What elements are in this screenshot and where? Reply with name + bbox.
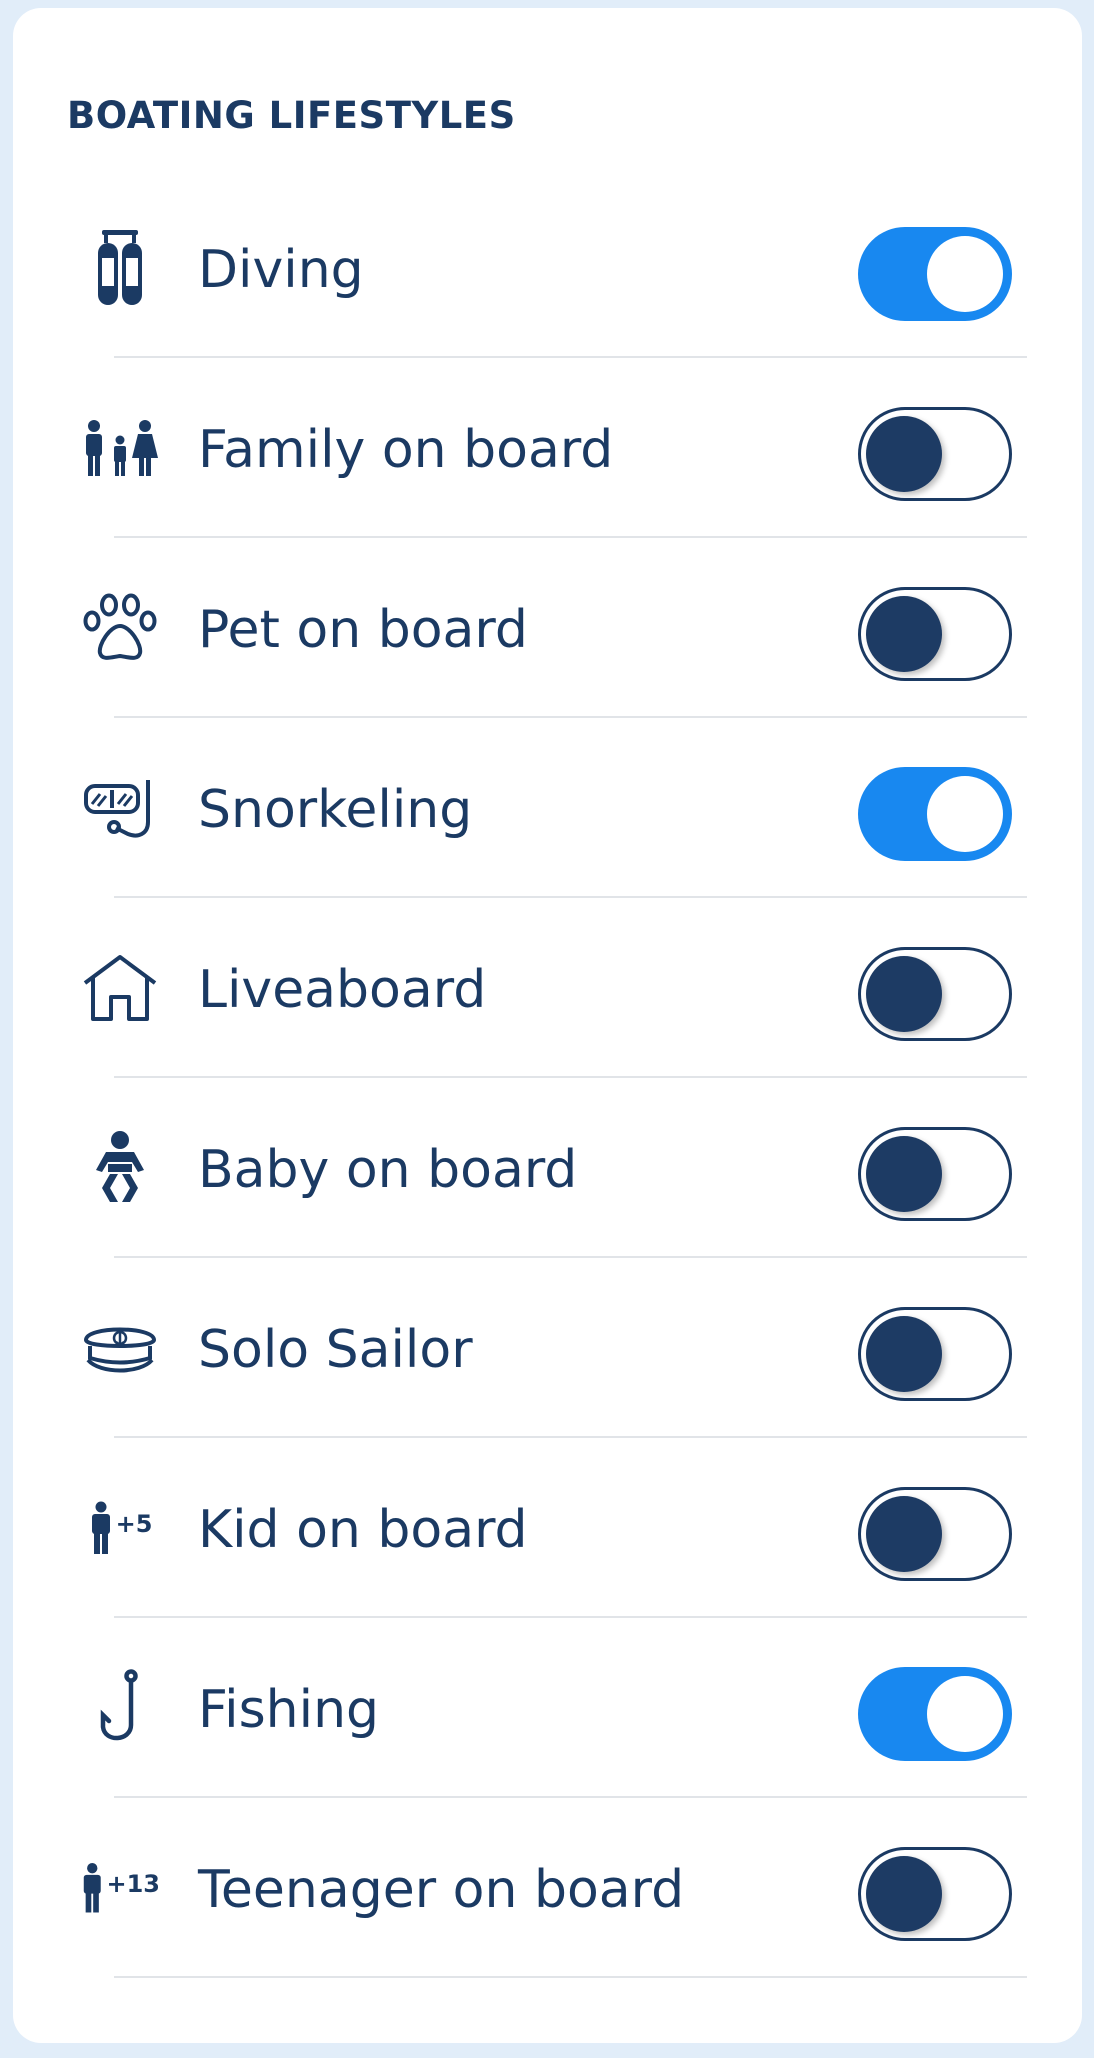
list-item-solo-sailor: Solo Sailor: [13, 1258, 1082, 1438]
toggle-knob: [866, 596, 942, 672]
toggle-knob: [866, 1496, 942, 1572]
toggle-liveaboard[interactable]: [858, 947, 1012, 1041]
baby-icon: [80, 1128, 160, 1208]
fishing-hook-icon: [80, 1668, 160, 1748]
family-icon: [80, 408, 160, 488]
item-label: Snorkeling: [198, 780, 473, 840]
scuba-tanks-icon: [80, 228, 160, 308]
item-label: Liveaboard: [198, 960, 487, 1020]
item-label: Diving: [198, 240, 364, 300]
divider: [114, 1976, 1027, 1978]
item-label: Family on board: [198, 420, 614, 480]
item-label: Solo Sailor: [198, 1320, 473, 1380]
item-label: Teenager on board: [198, 1860, 685, 1920]
toggle-teenager-on-board[interactable]: [858, 1847, 1012, 1941]
toggle-pet-on-board[interactable]: [858, 587, 1012, 681]
toggle-snorkeling[interactable]: [858, 767, 1012, 861]
list-item-family: Family on board: [13, 358, 1082, 538]
toggle-knob: [866, 416, 942, 492]
item-label: Fishing: [198, 1680, 380, 1740]
toggle-solo-sailor[interactable]: [858, 1307, 1012, 1401]
toggle-knob: [866, 1856, 942, 1932]
paw-icon: [80, 588, 160, 668]
list-item-snorkeling: Snorkeling: [13, 718, 1082, 898]
list-item-fishing: Fishing: [13, 1618, 1082, 1798]
toggle-knob: [866, 1316, 942, 1392]
toggle-kid-on-board[interactable]: [858, 1487, 1012, 1581]
list-item-kid: +5 Kid on board: [13, 1438, 1082, 1618]
toggle-knob: [927, 776, 1003, 852]
list-item-liveaboard: Liveaboard: [13, 898, 1082, 1078]
age-badge: +5: [115, 1510, 153, 1538]
list-item-diving: Diving: [13, 178, 1082, 358]
teenager-icon: +13: [80, 1848, 160, 1928]
item-label: Kid on board: [198, 1500, 528, 1560]
toggle-knob: [866, 1136, 942, 1212]
lifestyles-card: BOATING LIFESTYLES Diving Family on boar…: [13, 8, 1082, 2043]
item-label: Baby on board: [198, 1140, 578, 1200]
toggle-knob: [927, 1676, 1003, 1752]
snorkel-mask-icon: [80, 768, 160, 848]
toggle-baby-on-board[interactable]: [858, 1127, 1012, 1221]
toggle-knob: [866, 956, 942, 1032]
section-title: BOATING LIFESTYLES: [67, 94, 516, 137]
house-icon: [80, 948, 160, 1028]
kid-icon: +5: [80, 1488, 160, 1568]
list-item-pet: Pet on board: [13, 538, 1082, 718]
age-badge: +13: [106, 1870, 160, 1898]
toggle-knob: [927, 236, 1003, 312]
list-item-teenager: +13 Teenager on board: [13, 1798, 1082, 1978]
item-label: Pet on board: [198, 600, 528, 660]
captain-hat-icon: [80, 1308, 160, 1388]
list-item-baby: Baby on board: [13, 1078, 1082, 1258]
toggle-diving[interactable]: [858, 227, 1012, 321]
toggle-fishing[interactable]: [858, 1667, 1012, 1761]
toggle-family-on-board[interactable]: [858, 407, 1012, 501]
